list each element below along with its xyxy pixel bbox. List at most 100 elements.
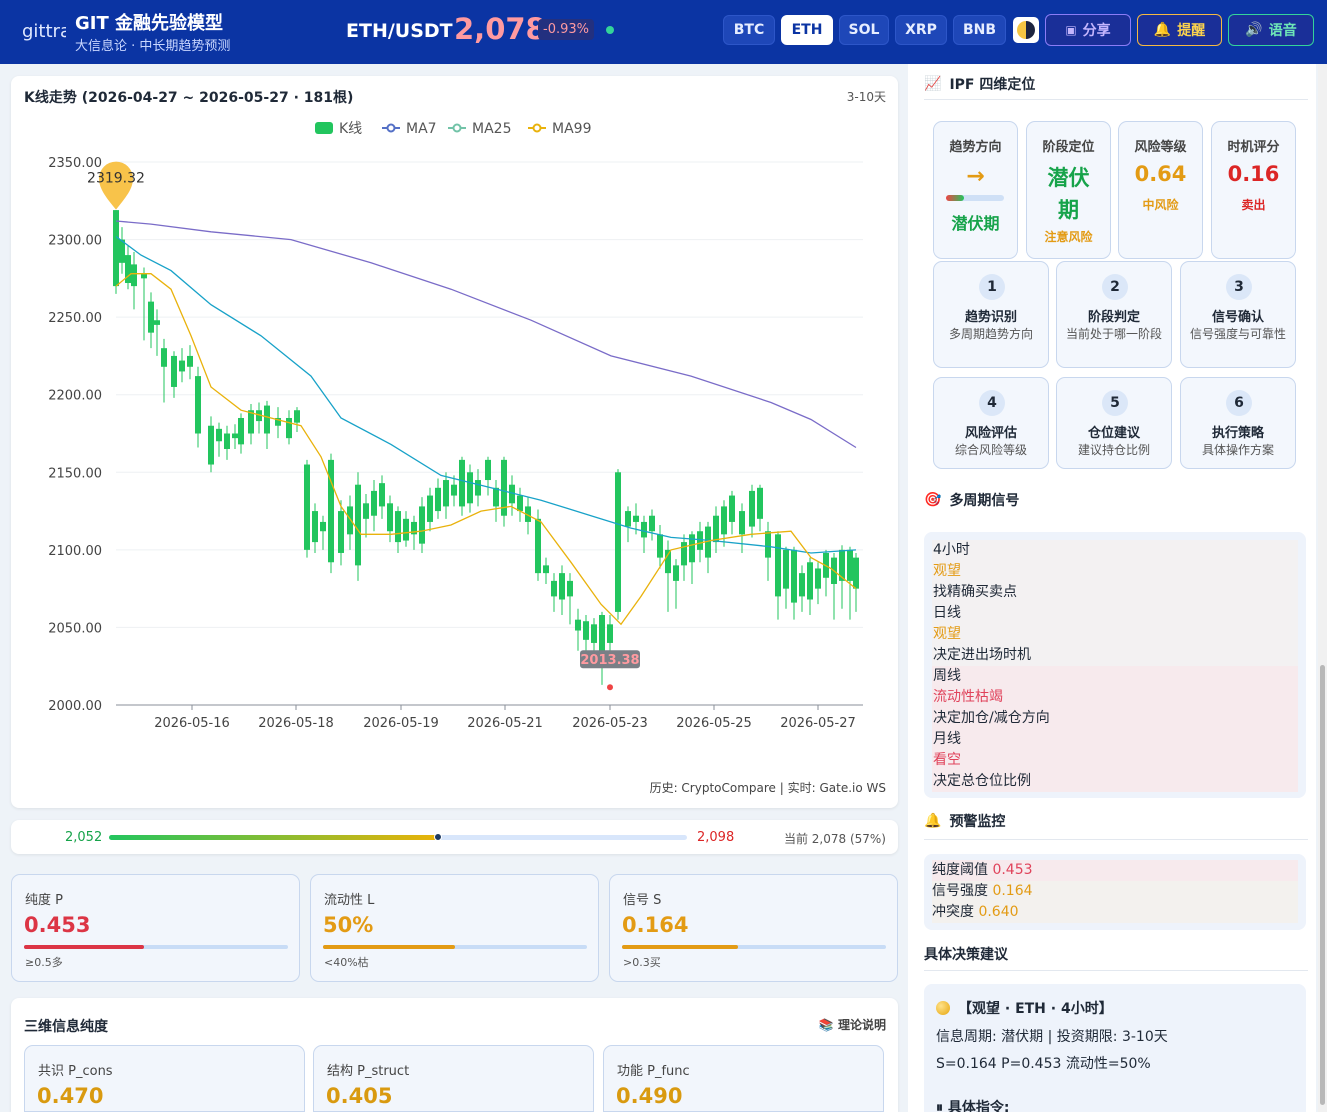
range-fill bbox=[109, 835, 439, 840]
signal-purpose: 决定总仓位比例 bbox=[933, 773, 1031, 789]
advice-panel: 【观望 · ETH · 4小时】 信息周期: 潜伏期 | 投资期限: 3-10天… bbox=[924, 984, 1306, 1112]
candle-body bbox=[815, 568, 821, 589]
metric-label: 流动性 L bbox=[324, 893, 375, 908]
brand-logo[interactable]: gittrade bbox=[22, 21, 66, 42]
ipf-trend-box: 趋势方向 → 潜伏期 bbox=[933, 121, 1018, 259]
advice-title: 具体决策建议 bbox=[924, 947, 1008, 963]
monitor-panel: 纯度阈值 0.453 信号强度 0.164 冲突度 0.640 bbox=[924, 854, 1306, 930]
candle-body bbox=[312, 511, 318, 543]
step-desc: 当前处于哪一阶段 bbox=[1065, 327, 1162, 341]
candle-body bbox=[485, 459, 491, 481]
alert-label: 提醒 bbox=[1177, 23, 1206, 39]
top-navigation-bar: gittrade GIT 金融先验模型 大信息论 · 中长期趋势预测 ETH/U… bbox=[0, 0, 1327, 64]
step-title: 信号确认 bbox=[1211, 310, 1264, 325]
trend-gauge bbox=[946, 195, 1004, 201]
step-number: 6 bbox=[1226, 390, 1252, 416]
ipf-stage-box: 阶段定位 潜伏期 注意风险 bbox=[1026, 121, 1111, 259]
metric-track bbox=[323, 945, 587, 949]
signal-row-4h: 4小时 观望 找精确买卖点 bbox=[932, 540, 1298, 603]
trend-gauge-fill bbox=[946, 195, 964, 201]
candle-body bbox=[853, 557, 859, 589]
signal-value: 观望 bbox=[933, 626, 961, 642]
candle-body bbox=[551, 580, 557, 597]
coin-xrp-button[interactable]: XRP bbox=[895, 15, 947, 45]
signal-purpose: 决定进出场时机 bbox=[933, 647, 1031, 663]
candle-body bbox=[419, 506, 425, 544]
voice-button[interactable]: 🔊 语音 bbox=[1228, 14, 1314, 46]
monitor-label: 纯度阈值 bbox=[932, 862, 988, 878]
theme-toggle-button[interactable] bbox=[1013, 17, 1039, 43]
candle-body bbox=[216, 428, 222, 442]
chart-icon: 📈 bbox=[924, 76, 942, 92]
monitor-row: 纯度阈值 0.453 bbox=[932, 860, 1298, 881]
current-price: 2,078 bbox=[454, 12, 546, 46]
candle-body bbox=[320, 521, 326, 532]
coin-sol-button[interactable]: SOL bbox=[839, 15, 889, 45]
scrollbar-thumb[interactable] bbox=[1320, 665, 1325, 1105]
metric-track bbox=[622, 945, 886, 949]
range-track bbox=[109, 833, 687, 841]
share-button[interactable]: ▣ 分享 bbox=[1045, 14, 1131, 46]
coin-btc-button[interactable]: BTC bbox=[723, 15, 775, 45]
price-change-badge: -0.93% bbox=[538, 19, 594, 40]
x-tick-label: 2026-05-25 bbox=[676, 716, 752, 731]
metric-fill bbox=[24, 945, 144, 949]
coin-bnb-button[interactable]: BNB bbox=[953, 15, 1006, 45]
candle-body bbox=[567, 580, 573, 597]
signal-row-monthly: 月线 看空 决定总仓位比例 bbox=[932, 729, 1298, 792]
alert-button[interactable]: 🔔 提醒 bbox=[1137, 14, 1222, 46]
step-card-2[interactable]: 2 阶段判定 当前处于哪一阶段 bbox=[1056, 261, 1172, 368]
ipf-note: 中风险 bbox=[1142, 198, 1179, 212]
multi-period-title-label: 多周期信号 bbox=[949, 493, 1020, 509]
candle-body bbox=[765, 531, 771, 558]
candle-body bbox=[475, 480, 481, 496]
candle-body bbox=[757, 487, 763, 519]
chart-data-source: 历史: CryptoCompare | 实时: Gate.io WS bbox=[649, 781, 886, 795]
range-current-text: 当前 2,078 (57%) bbox=[783, 832, 886, 846]
step-number: 4 bbox=[979, 390, 1005, 416]
step-card-1[interactable]: 1 趋势识别 多周期趋势方向 bbox=[933, 261, 1049, 368]
step-number: 2 bbox=[1102, 274, 1128, 300]
x-tick-label: 2026-05-23 bbox=[572, 716, 648, 731]
monitor-row: 信号强度 0.164 bbox=[932, 881, 1298, 902]
ipf-label: 阶段定位 bbox=[1042, 140, 1095, 155]
step-card-4[interactable]: 4 风险评估 综合风险等级 bbox=[933, 377, 1049, 469]
step-card-5[interactable]: 5 仓位建议 建议持仓比例 bbox=[1056, 377, 1172, 469]
theory-link[interactable]: 📚 理论说明 bbox=[819, 1016, 886, 1033]
candle-body bbox=[493, 487, 499, 507]
monitor-label: 冲突度 bbox=[932, 904, 974, 920]
candle-body bbox=[799, 573, 805, 597]
step-card-3[interactable]: 3 信号确认 信号强度与可靠性 bbox=[1180, 261, 1296, 368]
metric-card-signal: 信号 S 0.164 >0.3买 bbox=[609, 874, 898, 982]
candle-body bbox=[187, 355, 193, 367]
candle-body bbox=[355, 484, 361, 566]
live-status-dot bbox=[606, 26, 614, 34]
kline-chart[interactable]: 2350.00 2300.00 2250.00 2200.00 2150.00 2100.… bbox=[11, 76, 898, 808]
advice-line: S=0.164 P=0.453 流动性=50% bbox=[936, 1056, 1151, 1072]
purity-value: 0.470 bbox=[37, 1084, 104, 1108]
step-desc: 建议持仓比例 bbox=[1077, 443, 1150, 457]
step-number: 3 bbox=[1226, 274, 1252, 300]
candle-body bbox=[395, 511, 401, 543]
signal-row-daily: 日线 观望 决定进出场时机 bbox=[932, 603, 1298, 666]
theory-link-label: 理论说明 bbox=[837, 1018, 886, 1032]
legend-swatch bbox=[452, 123, 462, 133]
candle-body bbox=[347, 506, 353, 535]
candle-body bbox=[286, 417, 292, 439]
candle-body bbox=[517, 495, 523, 512]
metric-value: 50% bbox=[323, 913, 374, 937]
candle-body bbox=[161, 348, 167, 367]
ipf-risk-box: 风险等级 0.64 中风险 bbox=[1118, 121, 1203, 259]
trading-pair: ETH/USDT bbox=[346, 20, 453, 42]
ipf-section-title: 📈 IPF 四维定位 bbox=[924, 74, 1035, 94]
coin-eth-button[interactable]: ETH bbox=[781, 15, 833, 45]
monitor-value: 0.453 bbox=[992, 862, 1033, 878]
candle-body bbox=[559, 573, 565, 600]
range-high-value: 2,098 bbox=[697, 830, 735, 845]
candle-body bbox=[681, 542, 687, 566]
step-card-6[interactable]: 6 执行策略 具体操作方案 bbox=[1180, 377, 1296, 469]
candle-body bbox=[649, 515, 655, 532]
ipf-value: 0.64 bbox=[1134, 162, 1187, 186]
speaker-icon: 🔊 bbox=[1245, 22, 1263, 38]
candle-body bbox=[673, 565, 679, 581]
